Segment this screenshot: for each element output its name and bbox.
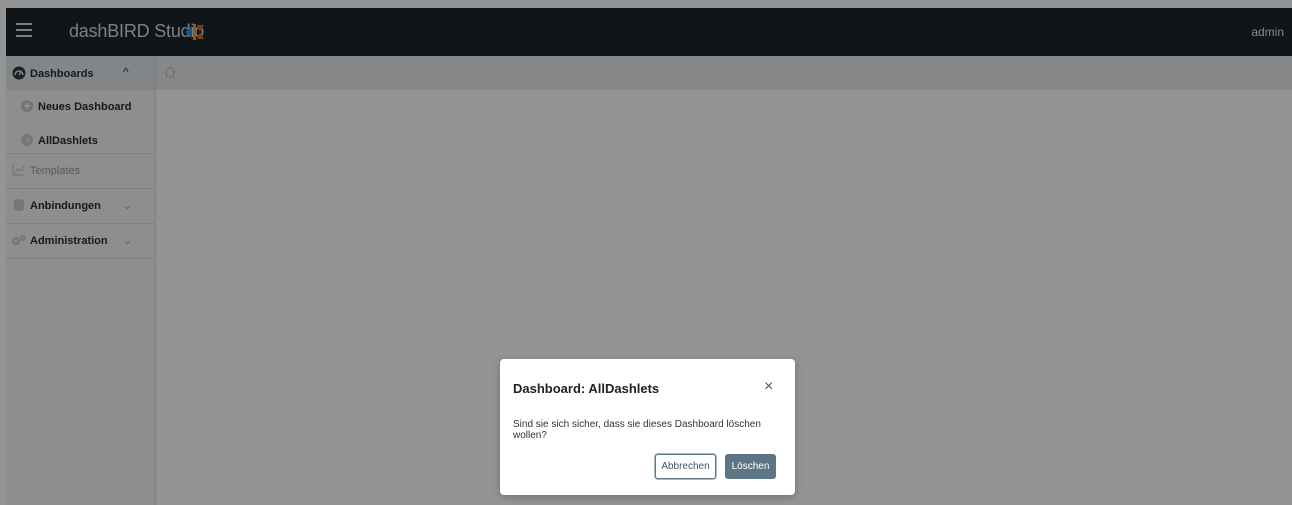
delete-dashboard-dialog: Dashboard: AllDashlets × Sind sie sich s… [500, 359, 795, 495]
close-icon[interactable]: × [764, 378, 773, 396]
dialog-title: Dashboard: AllDashlets [513, 381, 660, 396]
delete-button[interactable]: Löschen [725, 454, 776, 479]
dialog-message: Sind sie sich sicher, dass sie dieses Da… [513, 419, 761, 441]
cancel-button[interactable]: Abbrechen [655, 454, 716, 479]
